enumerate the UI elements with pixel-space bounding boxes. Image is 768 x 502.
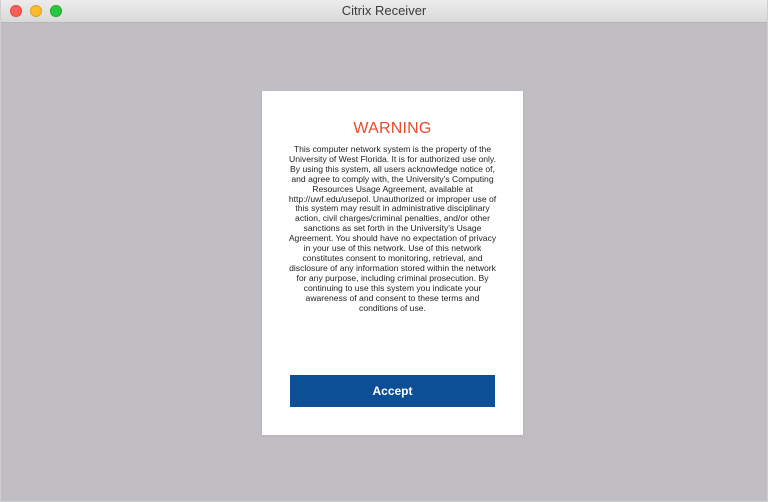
warning-message: This computer network system is the prop… [288, 144, 497, 313]
warning-heading: WARNING [353, 120, 432, 137]
accept-button[interactable]: Accept [290, 375, 495, 407]
window-title: Citrix Receiver [341, 3, 427, 18]
warning-dialog: WARNING This computer network system is … [262, 91, 523, 435]
app-window: Citrix Receiver WARNING This computer ne… [0, 0, 768, 502]
content-area: WARNING This computer network system is … [1, 23, 767, 501]
title-bar[interactable]: Citrix Receiver [1, 0, 767, 23]
